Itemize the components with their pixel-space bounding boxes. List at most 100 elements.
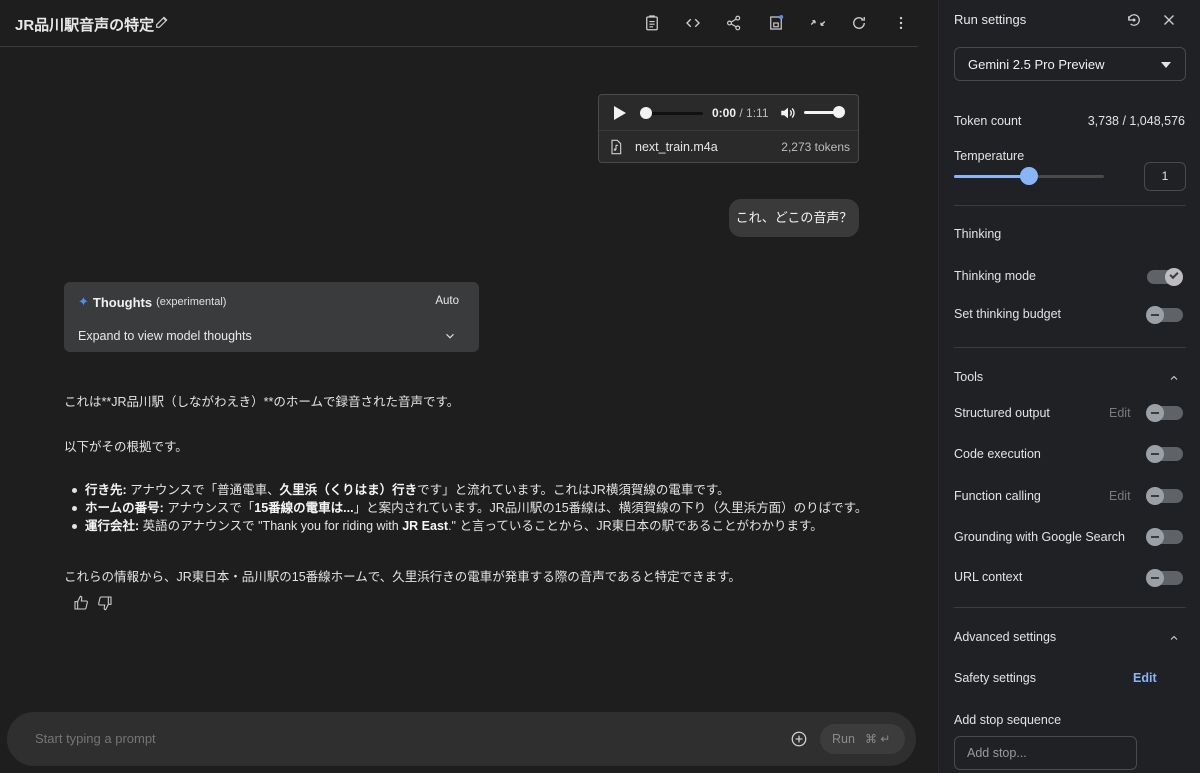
prompt-input[interactable]	[35, 731, 735, 746]
audio-file-icon	[608, 139, 624, 155]
thinking-mode-toggle[interactable]	[1147, 268, 1183, 286]
chevron-up-icon[interactable]	[1168, 372, 1180, 384]
stop-sequence-label: Add stop sequence	[954, 713, 1062, 727]
code-execution-label: Code execution	[954, 447, 1041, 461]
tools-header: Tools	[954, 370, 984, 384]
volume-handle[interactable]	[833, 106, 845, 118]
response-paragraph: これらの情報から、JR東日本・品川駅の15番線ホームで、久里浜行きの電車が発車す…	[64, 570, 741, 584]
audio-player: 0:00 / 1:11	[599, 95, 858, 130]
toggle-knob	[1146, 569, 1164, 587]
response-list: 行き先: アナウンスで「普通電車、久里浜（くりはま）行きです」と流れています。こ…	[72, 481, 867, 535]
item-text: 」と案内されています。JR品川駅の15番線は、横須賀線の下り（久里浜方面）のりば…	[353, 501, 868, 515]
model-select[interactable]: Gemini 2.5 Pro Preview	[954, 47, 1186, 81]
structured-output-edit[interactable]: Edit	[1109, 406, 1131, 420]
sparkle-icon: ✦	[78, 294, 89, 309]
item-label: ホームの番号:	[85, 501, 164, 515]
seek-bar[interactable]	[647, 112, 703, 115]
item-label: 行き先:	[85, 483, 127, 497]
run-settings-panel: Run settings Gemini 2.5 Pro Preview Toke…	[938, 0, 1200, 773]
time-current: 0:00	[712, 106, 737, 120]
thoughts-header: ✦ Thoughts (experimental)	[78, 294, 226, 310]
run-shortcut: ⌘ ↵	[864, 732, 891, 746]
toggle-knob	[1146, 487, 1164, 505]
item-text: です」と流れています。これはJR横須賀線の電車です。	[417, 483, 730, 497]
playback-time: 0:00 / 1:11	[712, 106, 769, 120]
notes-icon[interactable]	[642, 13, 662, 33]
more-icon[interactable]	[891, 13, 911, 33]
thoughts-title: Thoughts	[92, 294, 153, 310]
user-message: これ、どこの音声？	[729, 199, 859, 237]
item-label: 運行会社:	[85, 519, 140, 533]
temperature-handle[interactable]	[1020, 167, 1038, 185]
stop-sequence-input[interactable]: Add stop...	[954, 736, 1137, 770]
reset-settings-icon[interactable]	[1125, 11, 1143, 29]
thinking-mode-label: Thinking mode	[954, 269, 1036, 283]
compare-icon[interactable]	[808, 13, 828, 33]
thinking-header: Thinking	[954, 227, 1002, 241]
token-count-value: 3,738 / 1,048,576	[1087, 114, 1185, 128]
toggle-knob	[1146, 404, 1164, 422]
time-separator: /	[736, 106, 747, 120]
top-bar: JR品川駅音声の特定	[0, 0, 918, 47]
token-count-label: Token count	[954, 114, 1022, 128]
safety-settings-label: Safety settings	[954, 671, 1036, 685]
chevron-down-icon[interactable]	[443, 329, 457, 343]
item-text: ." と言っていることから、JR東日本の駅であることがわかります。	[448, 519, 823, 533]
close-icon[interactable]	[1160, 11, 1178, 29]
thinking-budget-toggle[interactable]	[1146, 306, 1183, 324]
thumbs-down-icon[interactable]	[97, 595, 113, 611]
safety-edit-link[interactable]: Edit	[1133, 671, 1157, 685]
thoughts-panel[interactable]: ✦ Thoughts (experimental) Auto Expand to…	[64, 282, 479, 352]
chat-area: JR品川駅音声の特定 0:00 / 1:11 next_train.m4a 2,…	[0, 0, 934, 773]
page-title: JR品川駅音声の特定	[15, 17, 155, 34]
list-item: 行き先: アナウンスで「普通電車、久里浜（くりはま）行きです」と流れています。こ…	[72, 481, 867, 499]
thumbs-up-icon[interactable]	[73, 595, 89, 611]
add-media-icon[interactable]	[790, 730, 808, 748]
thoughts-tag: (experimental)	[156, 296, 227, 308]
chevron-up-icon[interactable]	[1168, 632, 1180, 644]
thoughts-mode: Auto	[435, 295, 459, 307]
panel-title: Run settings	[954, 12, 1027, 27]
item-emphasis: JR East	[402, 519, 449, 533]
play-icon[interactable]	[613, 105, 627, 121]
grounding-toggle[interactable]	[1146, 528, 1183, 546]
run-label: Run	[832, 732, 855, 746]
file-token-count: 2,273 tokens	[781, 140, 850, 154]
refresh-icon[interactable]	[849, 13, 869, 33]
temperature-input[interactable]: 1	[1144, 162, 1186, 191]
structured-output-toggle[interactable]	[1146, 404, 1183, 422]
code-execution-toggle[interactable]	[1146, 445, 1183, 463]
save-icon[interactable]	[766, 13, 786, 33]
function-calling-edit[interactable]: Edit	[1109, 489, 1131, 503]
item-emphasis: 久里浜（くりはま）行き	[279, 483, 418, 497]
seek-handle[interactable]	[640, 107, 652, 119]
toggle-knob	[1146, 445, 1164, 463]
response-paragraph: 以下がその根拠です。	[64, 440, 188, 454]
url-context-toggle[interactable]	[1146, 569, 1183, 587]
item-emphasis: 15番線の電車は...	[254, 501, 354, 515]
file-name[interactable]: next_train.m4a	[635, 140, 718, 154]
code-icon[interactable]	[683, 13, 703, 33]
divider	[954, 607, 1186, 608]
structured-output-label: Structured output	[954, 406, 1050, 420]
volume-icon[interactable]	[779, 104, 797, 122]
item-text: アナウンスで「	[163, 501, 255, 515]
advanced-header: Advanced settings	[954, 630, 1057, 644]
thinking-budget-label: Set thinking budget	[954, 307, 1062, 321]
list-item: ホームの番号: アナウンスで「15番線の電車は...」と案内されています。JR品…	[72, 499, 867, 517]
item-text: アナウンスで「普通電車、	[126, 483, 280, 497]
share-icon[interactable]	[724, 13, 744, 33]
run-button[interactable]: Run ⌘ ↵	[820, 724, 905, 754]
function-calling-label: Function calling	[954, 489, 1041, 503]
toggle-knob	[1146, 528, 1164, 546]
function-calling-toggle[interactable]	[1146, 487, 1183, 505]
file-row: next_train.m4a 2,273 tokens	[599, 130, 858, 162]
grounding-label: Grounding with Google Search	[954, 530, 1125, 544]
thoughts-expand-label[interactable]: Expand to view model thoughts	[78, 329, 252, 343]
caret-down-icon	[1161, 62, 1171, 68]
edit-title-icon[interactable]	[154, 14, 172, 32]
temperature-fill	[954, 175, 1029, 178]
toggle-knob	[1165, 268, 1183, 286]
time-total: 1:11	[746, 106, 769, 120]
prompt-bar: Run ⌘ ↵	[7, 712, 916, 766]
